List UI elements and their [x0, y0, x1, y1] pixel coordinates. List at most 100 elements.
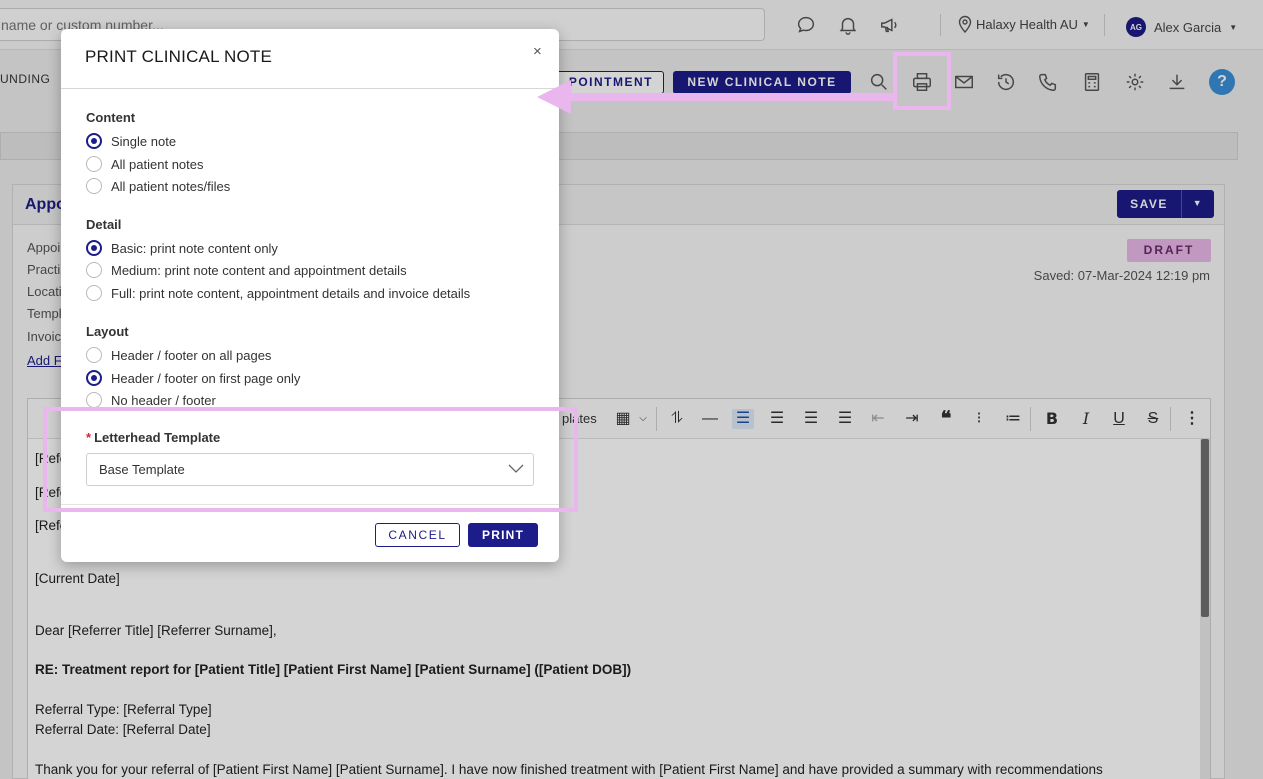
radio-button[interactable] — [86, 347, 102, 363]
help-button[interactable]: ? — [1209, 69, 1235, 95]
info-label: Templ — [27, 306, 62, 321]
radio-button[interactable] — [86, 178, 102, 194]
radio-detail-full[interactable]: Full: print note content, appointment de… — [86, 285, 470, 301]
gear-icon[interactable] — [1124, 71, 1146, 93]
radio-label: All patient notes — [111, 156, 204, 172]
layout-section-label: Layout — [86, 324, 129, 339]
doc-line: Referral Date: [Referral Date] — [35, 722, 211, 737]
chevron-down-icon[interactable]: ⌵ — [632, 409, 654, 429]
divider — [656, 407, 657, 431]
strikethrough-icon[interactable]: S — [1142, 409, 1164, 429]
align-left-icon[interactable]: ☰ — [732, 409, 754, 429]
horizontal-rule-icon[interactable]: — — [699, 409, 721, 429]
mail-icon[interactable] — [953, 71, 975, 93]
divider — [1104, 14, 1105, 36]
info-label: Appoi — [27, 240, 61, 255]
print-clinical-note-dialog: PRINT CLINICAL NOTE × Content Single not… — [61, 29, 559, 562]
scrollbar-thumb[interactable] — [1201, 439, 1209, 617]
cancel-button[interactable]: CANCEL — [375, 523, 460, 547]
radio-content-all-notes-files[interactable]: All patient notes/files — [86, 178, 230, 194]
radio-button[interactable] — [86, 156, 102, 172]
radio-label: Medium: print note content and appointme… — [111, 262, 407, 278]
required-marker: * — [86, 430, 92, 445]
blockquote-icon[interactable]: ❝ — [935, 409, 957, 429]
underline-icon[interactable]: U — [1108, 409, 1130, 429]
radio-detail-basic[interactable]: Basic: print note content only — [86, 240, 278, 256]
radio-label: No header / footer — [111, 392, 216, 408]
user-name: Alex Garcia — [1154, 19, 1222, 35]
radio-layout-none[interactable]: No header / footer — [86, 392, 216, 408]
templates-menu[interactable]: plates — [562, 411, 597, 426]
chat-icon[interactable] — [795, 14, 817, 36]
location-name: Halaxy Health AU — [976, 16, 1078, 32]
table-icon[interactable]: ▦ — [612, 409, 634, 429]
align-justify-icon[interactable]: ☰ — [834, 409, 856, 429]
radio-label: Full: print note content, appointment de… — [111, 285, 471, 301]
save-label: SAVE — [1130, 197, 1168, 211]
history-icon[interactable] — [995, 71, 1017, 93]
divider — [1170, 407, 1171, 431]
bold-icon[interactable]: B — [1041, 409, 1063, 429]
print-button[interactable]: PRINT — [468, 523, 538, 547]
radio-label: Basic: print note content only — [111, 240, 278, 256]
saved-timestamp: Saved: 07-Mar-2024 12:19 pm — [1033, 268, 1210, 283]
phone-icon[interactable] — [1037, 71, 1059, 93]
more-icon[interactable]: ⋮ — [1181, 409, 1203, 429]
divider — [1030, 407, 1031, 431]
toolbar-fragment[interactable]: I — [34, 409, 56, 429]
radio-button[interactable] — [86, 262, 102, 278]
chevron-down-icon — [508, 464, 524, 473]
align-center-icon[interactable]: ☰ — [800, 409, 822, 429]
letterhead-template-select[interactable]: Base Template — [86, 453, 534, 486]
page-break-icon[interactable]: ⥮ — [666, 409, 688, 429]
numbered-list-icon[interactable]: ≔ — [1002, 409, 1024, 429]
radio-button[interactable] — [86, 133, 102, 149]
italic-icon[interactable]: I — [1075, 409, 1097, 429]
doc-line: Dear [Referrer Title] [Referrer Surname]… — [35, 623, 277, 638]
align-right-icon[interactable]: ☰ — [766, 409, 788, 429]
radio-button[interactable] — [86, 285, 102, 301]
location-selector[interactable]: Halaxy Health AU ▼ — [958, 15, 1090, 33]
letterhead-label-text: Letterhead Template — [94, 430, 221, 445]
location-pin-icon — [958, 15, 972, 33]
download-icon[interactable] — [1166, 71, 1188, 93]
radio-label: Header / footer on all pages — [111, 347, 272, 363]
doc-line: [Current Date] — [35, 571, 120, 586]
radio-detail-medium[interactable]: Medium: print note content and appointme… — [86, 262, 407, 278]
radio-layout-all-pages[interactable]: Header / footer on all pages — [86, 347, 271, 363]
calculator-icon[interactable] — [1081, 71, 1103, 93]
select-value: Base Template — [99, 462, 185, 477]
megaphone-icon[interactable] — [879, 14, 901, 36]
tab-funding[interactable]: UNDING — [0, 72, 50, 86]
radio-button[interactable] — [86, 392, 102, 408]
close-icon[interactable]: × — [533, 43, 542, 60]
radio-content-single-note[interactable]: Single note — [86, 133, 176, 149]
doc-line: RE: Treatment report for [Patient Title]… — [35, 662, 632, 677]
radio-button[interactable] — [86, 370, 102, 386]
detail-section-label: Detail — [86, 217, 122, 232]
caret-down-icon[interactable]: ▼ — [1181, 190, 1214, 218]
doc-line: Thank you for your referral of [Patient … — [35, 762, 1103, 777]
dialog-title: PRINT CLINICAL NOTE — [85, 47, 273, 66]
radio-layout-first-page[interactable]: Header / footer on first page only — [86, 370, 300, 386]
info-label: Practi — [27, 262, 61, 277]
user-menu[interactable]: AG Alex Garcia ▼ — [1126, 17, 1237, 37]
bullet-list-icon[interactable]: ⁝ — [968, 409, 990, 429]
divider — [940, 14, 941, 36]
radio-button[interactable] — [86, 240, 102, 256]
add-field-link[interactable]: Add F — [27, 353, 62, 368]
radio-content-all-notes[interactable]: All patient notes — [86, 156, 204, 172]
divider — [61, 88, 559, 89]
search-icon[interactable] — [868, 71, 890, 93]
radio-label: All patient notes/files — [111, 178, 231, 194]
indent-icon[interactable]: ⇥ — [901, 409, 923, 429]
radio-label: Header / footer on first page only — [111, 370, 301, 386]
printer-icon[interactable] — [911, 71, 933, 93]
save-button[interactable]: SAVE ▼ — [1117, 190, 1214, 218]
editor-scrollbar[interactable] — [1200, 439, 1210, 779]
bell-icon[interactable] — [837, 14, 859, 36]
content-section-label: Content — [86, 110, 136, 125]
new-clinical-note-button[interactable]: NEW CLINICAL NOTE — [673, 71, 851, 94]
info-label: Locati — [27, 284, 62, 299]
outdent-icon[interactable]: ⇤ — [867, 409, 889, 429]
